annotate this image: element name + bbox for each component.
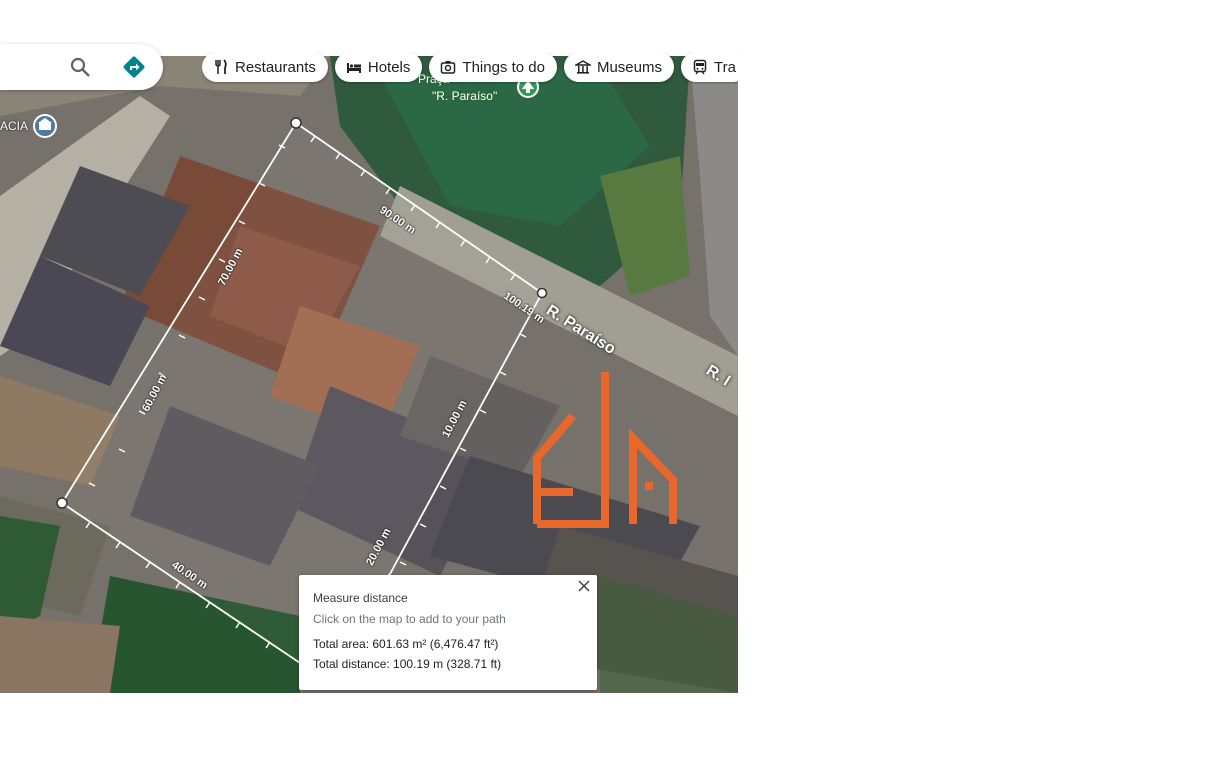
bed-icon bbox=[346, 63, 361, 73]
chip-label: Restaurants bbox=[235, 58, 316, 76]
chip-transit[interactable]: Tra bbox=[681, 52, 738, 82]
fork-knife-icon bbox=[215, 59, 227, 74]
chip-label: Museums bbox=[596, 58, 662, 76]
total-area: Total area: 601.63 m² (6,476.47 ft²) bbox=[313, 637, 499, 651]
directions-icon[interactable] bbox=[122, 55, 146, 79]
left-place-label[interactable]: ACIA bbox=[0, 119, 28, 133]
vertex-handle[interactable] bbox=[56, 497, 68, 509]
chip-things-to-do[interactable]: Things to do bbox=[429, 52, 557, 82]
chip-label: Tra bbox=[714, 58, 736, 76]
vertex-handle[interactable] bbox=[290, 117, 302, 129]
chip-museums[interactable]: Museums bbox=[563, 52, 674, 82]
category-chips: Restaurants Hotels Things to do Museums bbox=[202, 52, 738, 84]
measure-card-hint: Click on the map to add to your path bbox=[313, 612, 506, 626]
search-icon[interactable] bbox=[68, 55, 92, 79]
chip-label: Hotels bbox=[367, 58, 411, 76]
vertex-handle[interactable] bbox=[536, 287, 548, 299]
measure-distance-card: Measure distance Click on the map to add… bbox=[299, 575, 597, 690]
museum-icon bbox=[574, 60, 591, 74]
search-box[interactable] bbox=[0, 44, 163, 90]
chip-label: Things to do bbox=[462, 58, 545, 76]
place-name-label[interactable]: "R. Paraíso" bbox=[432, 89, 497, 103]
total-distance: Total distance: 100.19 m (328.71 ft) bbox=[313, 657, 502, 671]
camera-icon bbox=[441, 61, 456, 74]
train-icon bbox=[693, 59, 707, 75]
chip-restaurants[interactable]: Restaurants bbox=[202, 52, 328, 82]
measure-card-title: Measure distance bbox=[313, 591, 408, 605]
close-icon[interactable] bbox=[576, 578, 592, 594]
chip-hotels[interactable]: Hotels bbox=[334, 52, 423, 82]
watermark-logo bbox=[533, 372, 677, 528]
